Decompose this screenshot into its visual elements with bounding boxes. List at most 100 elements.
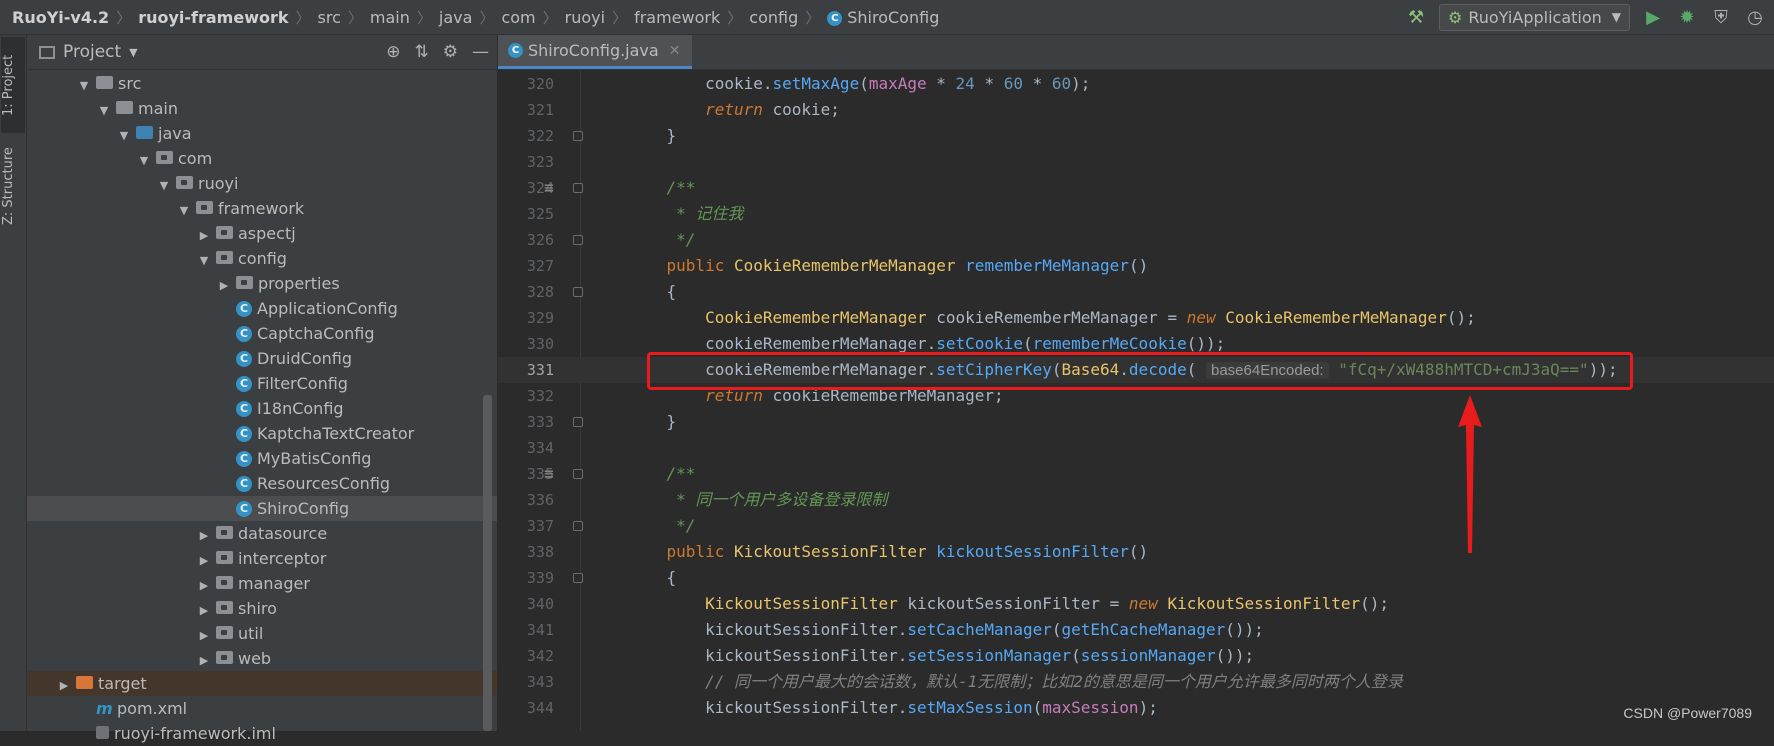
fold-marker-icon[interactable] [573, 469, 583, 479]
breadcrumb-item[interactable]: C ShiroConfig [827, 8, 939, 27]
tree-item[interactable]: ▶ datasource [27, 521, 497, 546]
fold-marker-icon[interactable] [573, 573, 583, 583]
code-line[interactable]: 335 ≡ /** [498, 461, 1774, 487]
code-lines[interactable]: 320 cookie.setMaxAge(maxAge * 24 * 60 * … [498, 71, 1774, 721]
tree-item[interactable]: m pom.xml [27, 696, 497, 721]
fold-marker-icon[interactable] [573, 521, 583, 531]
tree-item[interactable]: C DruidConfig [27, 346, 497, 371]
minimize-icon[interactable]: — [472, 42, 489, 62]
tree-item[interactable]: ▼ src [27, 71, 497, 96]
code-line[interactable]: 327 public CookieRememberMeManager remem… [498, 253, 1774, 279]
expanded-arrow-icon[interactable]: ▼ [177, 198, 191, 223]
run-configuration-select[interactable]: ⚙ RuoYiApplication ▼ [1439, 3, 1630, 31]
breadcrumb-item[interactable]: main [370, 8, 410, 27]
tree-item[interactable]: ▶ properties [27, 271, 497, 296]
collapse-all-icon[interactable]: ⇅ [415, 42, 429, 62]
tree-item[interactable]: C MyBatisConfig [27, 446, 497, 471]
code-line[interactable]: 340 KickoutSessionFilter kickoutSessionF… [498, 591, 1774, 617]
collapsed-arrow-icon[interactable]: ▶ [197, 223, 211, 248]
collapsed-arrow-icon[interactable]: ▶ [197, 548, 211, 573]
fold-marker-icon[interactable] [573, 183, 583, 193]
tree-item[interactable]: C ResourcesConfig [27, 471, 497, 496]
coverage-icon[interactable]: ⛨ [1710, 7, 1732, 28]
gear-icon[interactable]: ⚙ [443, 42, 458, 62]
fold-marker-icon[interactable] [573, 417, 583, 427]
code-line[interactable]: 321 return cookie; [498, 97, 1774, 123]
tree-item[interactable]: ruoyi-framework.iml [27, 721, 497, 746]
code-line[interactable]: 342 kickoutSessionFilter.setSessionManag… [498, 643, 1774, 669]
fold-marker-icon[interactable] [573, 131, 583, 141]
doc-render-icon[interactable]: ≡ [544, 175, 554, 201]
expanded-arrow-icon[interactable]: ▼ [197, 248, 211, 273]
tree-item[interactable]: ▶ aspectj [27, 221, 497, 246]
breadcrumb-item[interactable]: RuoYi-v4.2 [12, 8, 109, 27]
tree-item[interactable]: C FilterConfig [27, 371, 497, 396]
code-line[interactable]: 337 */ [498, 513, 1774, 539]
expanded-arrow-icon[interactable]: ▼ [77, 73, 91, 98]
code-line[interactable]: 328 { [498, 279, 1774, 305]
breadcrumb-item[interactable]: framework [634, 8, 720, 27]
collapsed-arrow-icon[interactable]: ▶ [57, 673, 71, 698]
code-line[interactable]: 333 } [498, 409, 1774, 435]
breadcrumb-item[interactable]: com [501, 8, 535, 27]
collapsed-arrow-icon[interactable]: ▶ [197, 523, 211, 548]
breadcrumb-item[interactable]: java [439, 8, 473, 27]
collapsed-arrow-icon[interactable]: ▶ [197, 573, 211, 598]
tree-item[interactable]: C CaptchaConfig [27, 321, 497, 346]
tree-item[interactable]: ▼ main [27, 96, 497, 121]
code-line[interactable]: 324 ≡ /** [498, 175, 1774, 201]
code-line[interactable]: 336 * 同一个用户多设备登录限制 [498, 487, 1774, 513]
tree-item[interactable]: ▼ framework [27, 196, 497, 221]
code-line[interactable]: 326 */ [498, 227, 1774, 253]
doc-render-icon[interactable]: ≡ [544, 461, 554, 487]
close-icon[interactable]: ✕ [669, 43, 681, 59]
tree-item[interactable]: ▶ target [27, 671, 497, 696]
breadcrumb-item[interactable]: ruoyi [565, 8, 605, 27]
debug-icon[interactable]: ✹ [1676, 7, 1698, 28]
collapsed-arrow-icon[interactable]: ▶ [197, 623, 211, 648]
run-icon[interactable]: ▶ [1642, 7, 1664, 28]
tree-item[interactable]: ▼ com [27, 146, 497, 171]
code-line[interactable]: 338 public KickoutSessionFilter kickoutS… [498, 539, 1774, 565]
fold-marker-icon[interactable] [573, 287, 583, 297]
tree-item[interactable]: ▼ java [27, 121, 497, 146]
code-line[interactable]: 323 [498, 149, 1774, 175]
tree-item[interactable]: C KaptchaTextCreator [27, 421, 497, 446]
expanded-arrow-icon[interactable]: ▼ [137, 148, 151, 173]
profile-icon[interactable]: ◷ [1744, 7, 1766, 28]
code-line[interactable]: 341 kickoutSessionFilter.setCacheManager… [498, 617, 1774, 643]
tree-item[interactable]: C I18nConfig [27, 396, 497, 421]
code-line[interactable]: 343 // 同一个用户最大的会话数，默认-1无限制；比如2的意思是同一个用户允… [498, 669, 1774, 695]
code-line[interactable]: 339 { [498, 565, 1774, 591]
build-hammer-icon[interactable]: ⚒ [1405, 7, 1427, 28]
code-line[interactable]: 322 } [498, 123, 1774, 149]
code-line[interactable]: 329 CookieRememberMeManager cookieRememb… [498, 305, 1774, 331]
expanded-arrow-icon[interactable]: ▼ [97, 98, 111, 123]
expanded-arrow-icon[interactable]: ▼ [157, 173, 171, 198]
breadcrumb-item[interactable]: config [749, 8, 798, 27]
collapsed-arrow-icon[interactable]: ▶ [217, 273, 231, 298]
tree-item[interactable]: ▶ web [27, 646, 497, 671]
tree-item[interactable]: ▼ config [27, 246, 497, 271]
code-line[interactable]: 334 [498, 435, 1774, 461]
code-line[interactable]: 325 * 记住我 [498, 201, 1774, 227]
project-panel-title[interactable]: Project [63, 42, 121, 62]
project-scrollbar[interactable] [483, 395, 492, 731]
breadcrumb-item[interactable]: src [318, 8, 341, 27]
code-line[interactable]: 320 cookie.setMaxAge(maxAge * 24 * 60 * … [498, 71, 1774, 97]
collapsed-arrow-icon[interactable]: ▶ [197, 598, 211, 623]
collapsed-arrow-icon[interactable]: ▶ [197, 648, 211, 673]
fold-marker-icon[interactable] [573, 235, 583, 245]
tree-item[interactable]: C ShiroConfig [27, 496, 497, 521]
tree-item[interactable]: ▶ util [27, 621, 497, 646]
tree-item[interactable]: ▶ shiro [27, 596, 497, 621]
locate-icon[interactable]: ⊕ [386, 42, 400, 62]
code-line[interactable]: 344 kickoutSessionFilter.setMaxSession(m… [498, 695, 1774, 721]
structure-tool-tab[interactable]: Z: Structure [1, 135, 25, 237]
breadcrumb-item[interactable]: ruoyi-framework [138, 8, 288, 27]
tab-shiroconfig[interactable]: C ShiroConfig.java ✕ [498, 35, 693, 69]
tree-item[interactable]: ▶ interceptor [27, 546, 497, 571]
tree-item[interactable]: ▼ ruoyi [27, 171, 497, 196]
chevron-down-icon[interactable]: ▼ [129, 46, 137, 59]
tree-item[interactable]: C ApplicationConfig [27, 296, 497, 321]
